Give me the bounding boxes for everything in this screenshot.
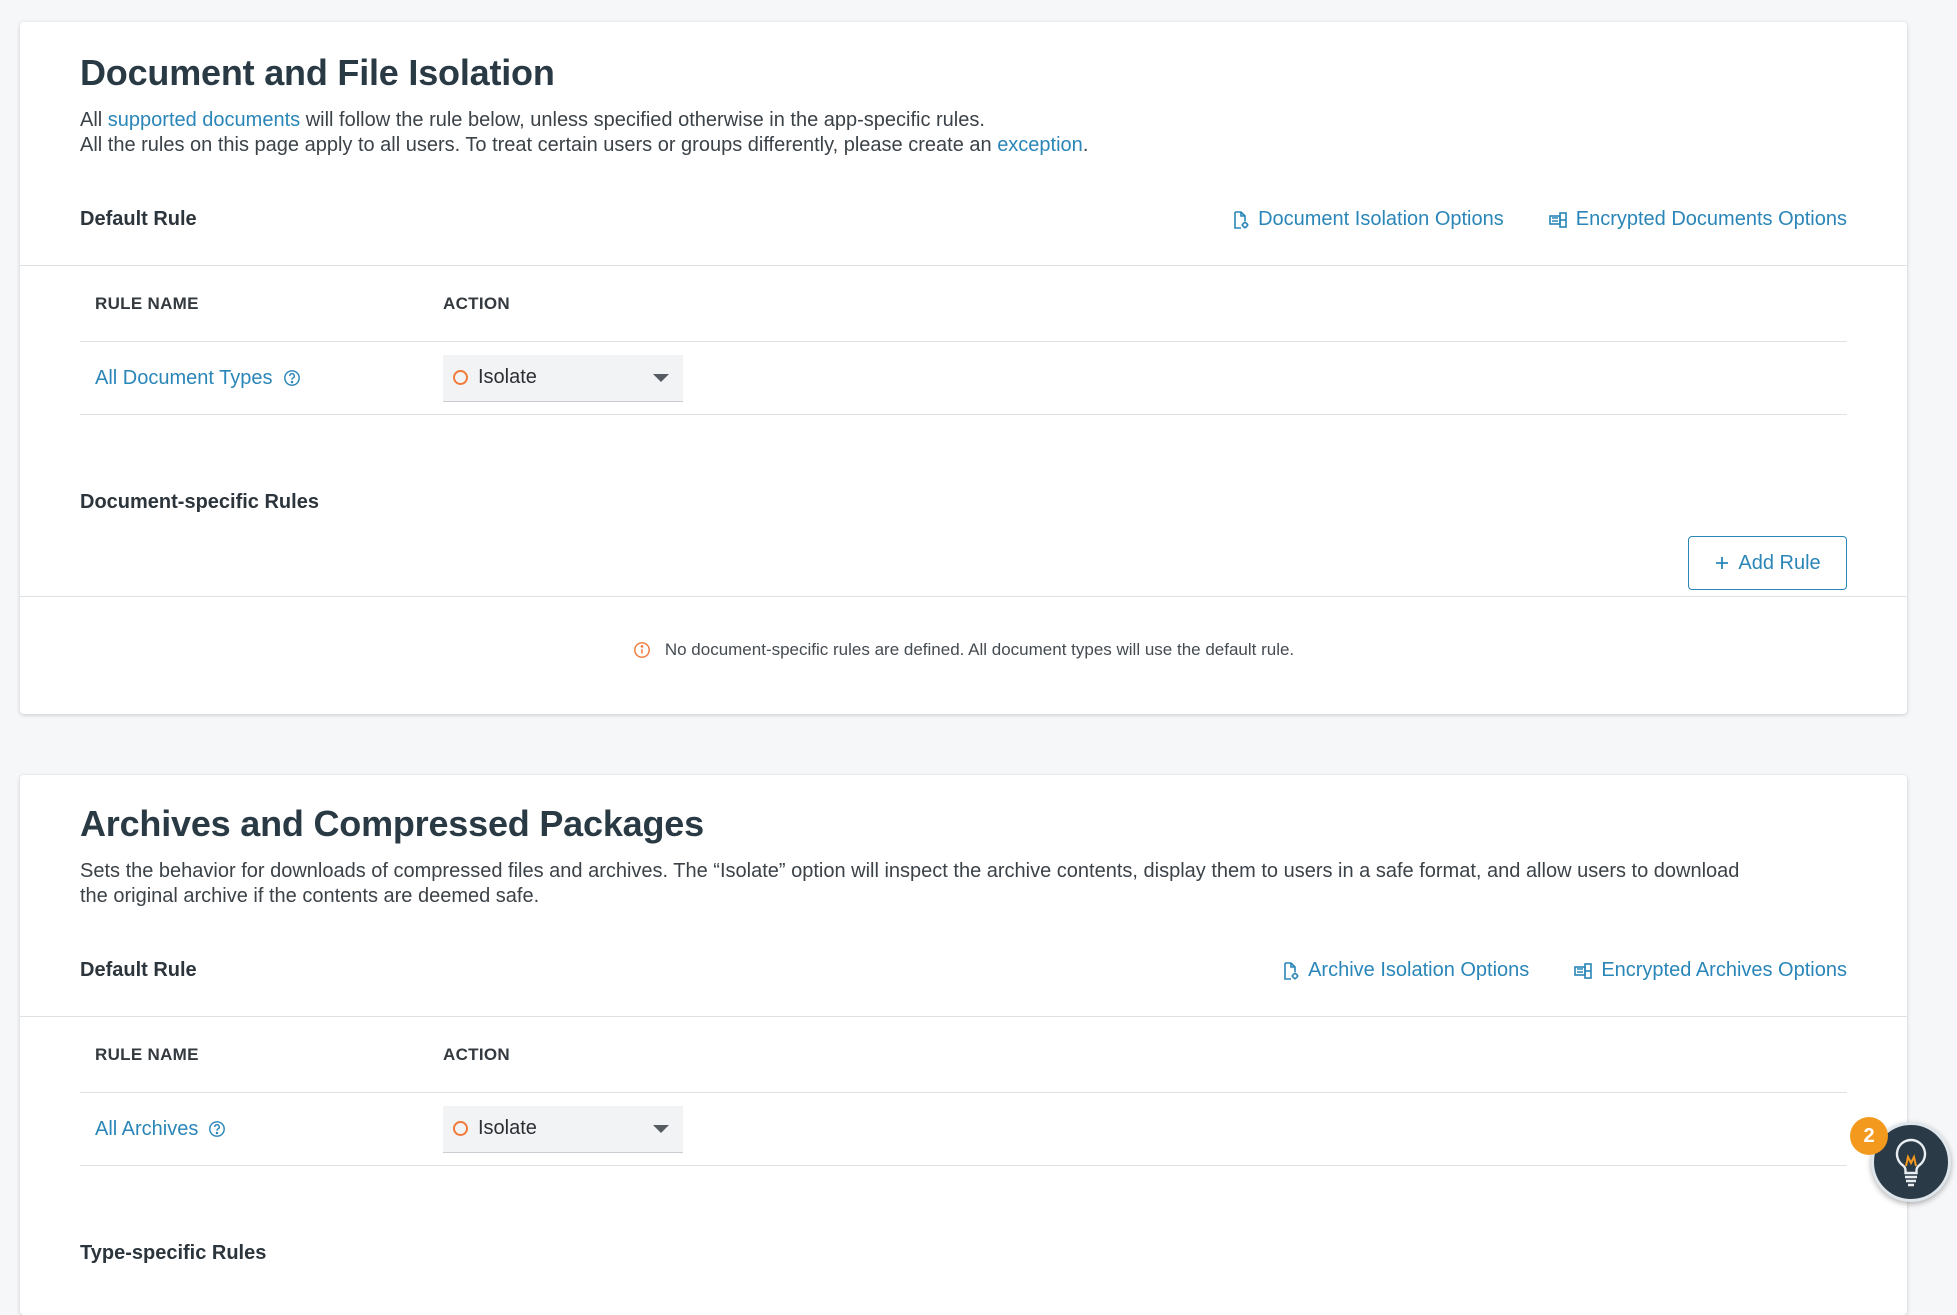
desc-text: All (80, 109, 108, 131)
encrypted-document-icon (1548, 211, 1567, 228)
default-rule-label: Default Rule (80, 959, 197, 981)
section-description: Sets the behavior for downloads of compr… (80, 859, 1847, 909)
add-rule-button[interactable]: Add Rule (1688, 536, 1847, 590)
plus-icon (1716, 557, 1729, 569)
column-action: ACTION (443, 1044, 510, 1064)
document-isolation-card: Document and File Isolation All supporte… (20, 22, 1907, 714)
column-action: ACTION (443, 293, 510, 313)
dropdown-caret-icon (653, 1124, 669, 1133)
table-row: All Archives Isolate (80, 1093, 1847, 1166)
add-rule-label: Add Rule (1738, 551, 1821, 574)
info-icon (633, 642, 650, 658)
page-title: Document and File Isolation (80, 52, 555, 93)
supported-documents-link[interactable]: supported documents (108, 109, 300, 131)
action-select[interactable]: Isolate (443, 354, 683, 402)
desc-text: . (1082, 134, 1089, 156)
isolate-status-icon (453, 370, 468, 385)
rule-name-text: All Document Types (95, 366, 273, 389)
exception-link[interactable]: exception (997, 134, 1083, 156)
help-icon[interactable] (283, 369, 301, 387)
document-specific-rules-title: Document-specific Rules (80, 491, 319, 513)
table-header: RULE NAME ACTION (80, 266, 1847, 342)
desc-text: will follow the rule below, unless speci… (300, 109, 985, 131)
rule-name-link[interactable]: All Document Types (80, 367, 443, 390)
column-rule-name: RULE NAME (95, 1044, 199, 1064)
empty-rules-message: No document-specific rules are defined. … (20, 640, 1907, 660)
rule-name-text: All Archives (95, 1117, 199, 1140)
help-icon[interactable] (208, 1120, 226, 1138)
archives-card: Archives and Compressed Packages Sets th… (20, 775, 1907, 1315)
default-rule-table: RULE NAME ACTION All Document Types Isol… (80, 266, 1847, 415)
type-specific-rules-title: Type-specific Rules (80, 1242, 267, 1264)
table-row: All Document Types Isolate (80, 342, 1847, 415)
link-label: Document Isolation Options (1258, 208, 1504, 230)
default-rule-header: Default Rule Archive Isolation Options E… (20, 925, 1907, 1017)
option-links: Archive Isolation Options Encrypted Arch… (1280, 959, 1847, 982)
document-settings-icon (1284, 961, 1299, 980)
dropdown-caret-icon (653, 373, 669, 382)
isolate-status-icon (453, 1121, 468, 1136)
empty-message-text: No document-specific rules are defined. … (664, 640, 1295, 659)
link-label: Encrypted Documents Options (1575, 208, 1847, 230)
table-header: RULE NAME ACTION (80, 1017, 1847, 1093)
default-rule-label: Default Rule (80, 208, 197, 230)
option-links: Document Isolation Options Encrypted Doc… (1230, 208, 1847, 231)
action-select-value: Isolate (478, 1117, 537, 1139)
link-label: Encrypted Archives Options (1601, 959, 1847, 981)
divider (20, 596, 1907, 597)
column-rule-name: RULE NAME (95, 293, 199, 313)
encrypted-archives-options-link[interactable]: Encrypted Archives Options (1573, 959, 1847, 982)
rule-name-link[interactable]: All Archives (80, 1118, 443, 1141)
encrypted-archive-icon (1574, 962, 1593, 979)
lightbulb-icon (1895, 1138, 1927, 1187)
action-select-value: Isolate (478, 366, 537, 388)
notification-badge: 2 (1850, 1117, 1888, 1155)
desc-text: All the rules on this page apply to all … (80, 134, 998, 156)
action-select[interactable]: Isolate (443, 1105, 683, 1153)
section-title: Archives and Compressed Packages (80, 803, 704, 844)
document-isolation-options-link[interactable]: Document Isolation Options (1230, 208, 1504, 231)
link-label: Archive Isolation Options (1308, 959, 1530, 981)
desc-text: the original archive if the contents are… (80, 885, 540, 907)
default-rule-header: Default Rule Document Isolation Options … (20, 174, 1907, 266)
section-description: All supported documents will follow the … (80, 108, 1847, 158)
default-rule-table: RULE NAME ACTION All Archives Isolate (80, 1017, 1847, 1166)
document-settings-icon (1234, 210, 1249, 229)
encrypted-documents-options-link[interactable]: Encrypted Documents Options (1548, 208, 1847, 231)
archive-isolation-options-link[interactable]: Archive Isolation Options (1280, 959, 1529, 982)
desc-text: Sets the behavior for downloads of compr… (80, 860, 1740, 882)
